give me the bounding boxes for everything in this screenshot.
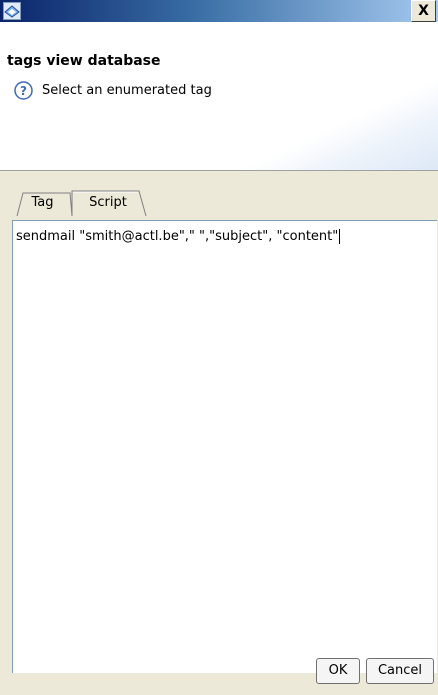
close-button[interactable]: X — [411, 0, 436, 22]
dialog-title: tags view database — [7, 53, 161, 69]
cancel-button[interactable]: Cancel — [366, 658, 434, 684]
script-text-line[interactable]: sendmail "smith@actl.be"," ","subject", … — [16, 229, 341, 244]
tab-script[interactable]: Script — [72, 190, 144, 215]
svg-text:?: ? — [20, 84, 27, 98]
dialog-header: tags view database ? Select an enumerate… — [0, 22, 438, 171]
text-caret — [339, 229, 341, 244]
script-content: sendmail "smith@actl.be"," ","subject", … — [16, 229, 339, 244]
title-bar[interactable]: X — [0, 0, 438, 22]
help-icon: ? — [14, 81, 33, 100]
app-icon — [3, 2, 21, 20]
tab-tag[interactable]: Tag — [15, 190, 70, 215]
script-editor[interactable]: sendmail "smith@actl.be"," ","subject", … — [12, 220, 437, 673]
ok-button[interactable]: OK — [316, 658, 360, 684]
dialog-message: Select an enumerated tag — [42, 83, 212, 98]
